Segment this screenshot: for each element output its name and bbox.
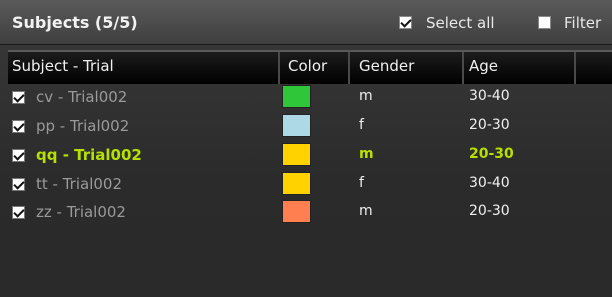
row-checkbox[interactable] <box>12 120 25 133</box>
filter-label[interactable]: Filter <box>564 14 601 32</box>
subject-trial-label: zz - Trial002 <box>36 203 126 221</box>
column-divider[interactable] <box>574 52 576 84</box>
panel-title: Subjects (5/5) <box>12 13 138 32</box>
table-row[interactable]: zz - Trial002 m 20-30 <box>8 198 612 227</box>
subjects-panel: Subjects (5/5) Select all Filter Subject… <box>0 0 612 297</box>
col-gender[interactable]: Gender <box>359 57 414 75</box>
gender-value: m <box>359 146 374 162</box>
age-value: 30-40 <box>469 175 510 191</box>
age-value: 20-30 <box>469 203 510 219</box>
gender-value: f <box>359 117 364 133</box>
table-row[interactable]: cv - Trial002 m 30-40 <box>8 83 612 112</box>
select-all-checkbox[interactable] <box>399 16 412 29</box>
select-all-label[interactable]: Select all <box>426 14 495 32</box>
subject-trial-label: tt - Trial002 <box>36 175 122 193</box>
color-swatch[interactable] <box>282 114 311 137</box>
subject-trial-label: pp - Trial002 <box>36 117 130 135</box>
row-checkbox[interactable] <box>12 178 25 191</box>
table-header: Subject - Trial Color Gender Age <box>8 50 612 84</box>
gender-value: f <box>359 175 364 191</box>
table-row[interactable]: qq - Trial002 m 20-30 <box>8 141 612 170</box>
subject-trial-label: cv - Trial002 <box>36 88 128 106</box>
age-value: 30-40 <box>469 88 510 104</box>
row-checkbox[interactable] <box>12 91 25 104</box>
row-checkbox[interactable] <box>12 206 25 219</box>
col-color[interactable]: Color <box>288 57 327 75</box>
table-row[interactable]: tt - Trial002 f 30-40 <box>8 170 612 199</box>
col-subject-trial[interactable]: Subject - Trial <box>12 57 114 75</box>
gender-value: m <box>359 88 373 104</box>
subject-trial-label: qq - Trial002 <box>36 146 142 164</box>
filter-checkbox[interactable] <box>538 16 551 29</box>
panel-header: Subjects (5/5) Select all Filter <box>0 0 612 45</box>
column-divider[interactable] <box>348 52 350 84</box>
column-divider[interactable] <box>278 52 280 84</box>
gender-value: m <box>359 203 373 219</box>
age-value: 20-30 <box>469 117 510 133</box>
color-swatch[interactable] <box>282 172 311 195</box>
table-row[interactable]: pp - Trial002 f 20-30 <box>8 112 612 141</box>
color-swatch[interactable] <box>282 143 311 166</box>
color-swatch[interactable] <box>282 200 311 223</box>
color-swatch[interactable] <box>282 85 311 108</box>
col-age[interactable]: Age <box>469 57 498 75</box>
row-checkbox[interactable] <box>12 149 25 162</box>
column-divider[interactable] <box>462 52 464 84</box>
age-value: 20-30 <box>469 146 514 162</box>
